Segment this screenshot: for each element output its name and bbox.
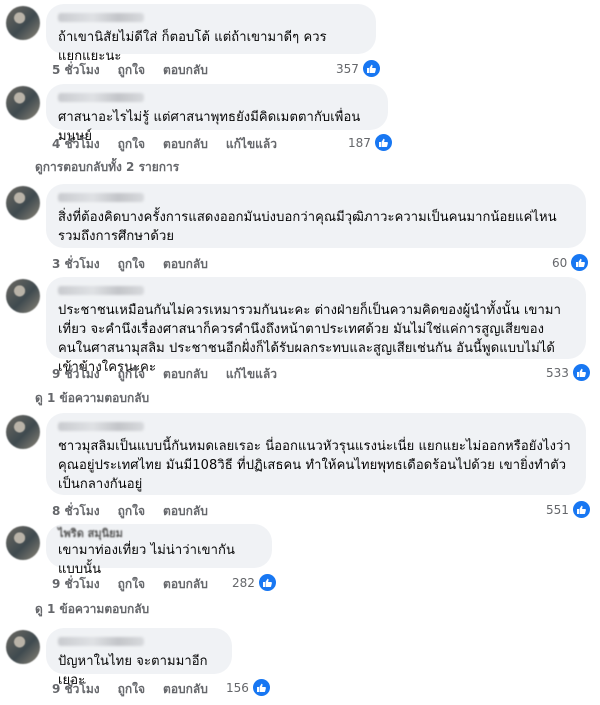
avatar[interactable] (6, 526, 40, 560)
comment-actions: 9 ชั่วโมง ถูกใจ ตอบกลับ (52, 575, 208, 594)
like-count[interactable]: 156 (226, 678, 271, 697)
reply-button[interactable]: ตอบกลับ (163, 135, 208, 154)
timestamp[interactable]: 9 ชั่วโมง (52, 365, 100, 384)
avatar[interactable] (6, 279, 40, 313)
like-count-number: 533 (546, 365, 569, 380)
like-button[interactable]: ถูกใจ (118, 61, 145, 80)
comment-text: ชาวมุสลิมเป็นแบบนี้กันหมดเลยเรอะ นี่ออกแ… (58, 439, 571, 492)
like-count-number: 357 (336, 61, 359, 76)
comment-actions: 3 ชั่วโมง ถูกใจ ตอบกลับ (52, 255, 208, 274)
like-button[interactable]: ถูกใจ (118, 680, 145, 699)
reply-button[interactable]: ตอบกลับ (163, 365, 208, 384)
comment-text: เขามาท่องเที่ยว ไม่น่าว่าเขากันแบบนั้น (58, 543, 235, 577)
author-name[interactable] (58, 13, 144, 22)
like-button[interactable]: ถูกใจ (118, 135, 145, 154)
like-count-number: 60 (552, 255, 568, 270)
timestamp[interactable]: 5 ชั่วโมง (52, 61, 100, 80)
view-replies-link[interactable]: ดู 1 ข้อความตอบกลับ (35, 389, 149, 408)
timestamp[interactable]: 3 ชั่วโมง (52, 255, 100, 274)
comment-text: สิ่งที่ต้องคิดบางครั้งการแสดงออกมันบ่งบอ… (58, 210, 557, 244)
comment-actions: 8 ชั่วโมง ถูกใจ ตอบกลับ (52, 502, 208, 521)
thumbs-up-icon (571, 363, 591, 382)
timestamp[interactable]: 8 ชั่วโมง (52, 502, 100, 521)
thumbs-up-icon (361, 59, 381, 78)
comment-bubble: ถ้าเขานิสัยไม่ดีใส่ ก็ตอบโต้ แต่ถ้าเขามา… (46, 4, 376, 64)
like-button[interactable]: ถูกใจ (118, 502, 145, 521)
avatar[interactable] (6, 6, 40, 40)
reply-button[interactable]: ตอบกลับ (163, 502, 208, 521)
author-name[interactable] (58, 286, 144, 295)
like-count-number: 187 (348, 135, 371, 150)
avatar[interactable] (6, 630, 40, 664)
like-count[interactable]: 533 (546, 363, 591, 382)
thumbs-up-icon (251, 678, 271, 697)
timestamp[interactable]: 4 ชั่วโมง (52, 135, 100, 154)
comment-bubble: ชาวมุสลิมเป็นแบบนี้กันหมดเลยเรอะ นี่ออกแ… (46, 413, 586, 495)
comment-actions: 5 ชั่วโมง ถูกใจ ตอบกลับ (52, 61, 208, 80)
comment-bubble: ศาสนาอะไรไม่รู้ แต่ศาสนาพุทธยังมีคิดเมตต… (46, 84, 388, 144)
view-replies-link[interactable]: ดูการตอบกลับทั้ง 2 รายการ (35, 158, 179, 177)
like-button[interactable]: ถูกใจ (118, 575, 145, 594)
author-name[interactable] (58, 422, 144, 431)
edited-label[interactable]: แก้ไขแล้ว (226, 365, 277, 384)
author-name[interactable] (58, 93, 144, 102)
like-count[interactable]: 60 (552, 253, 590, 272)
comment-bubble: ประชาชนเหมือนกันไม่ควรเหมารวมกันนะคะ ต่า… (46, 277, 586, 375)
reply-button[interactable]: ตอบกลับ (163, 680, 208, 699)
thumbs-up-icon (571, 500, 591, 519)
author-name[interactable] (58, 637, 144, 646)
comment-actions: 4 ชั่วโมง ถูกใจ ตอบกลับ แก้ไขแล้ว (52, 135, 277, 154)
avatar[interactable] (6, 186, 40, 220)
edited-label[interactable]: แก้ไขแล้ว (226, 135, 277, 154)
comment-bubble: ปัญหาในไทย จะตามมาอีกเยอะ (46, 628, 232, 688)
like-button[interactable]: ถูกใจ (118, 365, 145, 384)
comment-actions: 9 ชั่วโมง ถูกใจ ตอบกลับ (52, 680, 208, 699)
comment-bubble: สิ่งที่ต้องคิดบางครั้งการแสดงออกมันบ่งบอ… (46, 184, 586, 248)
avatar[interactable] (6, 415, 40, 449)
author-name[interactable] (58, 193, 144, 202)
like-count-number: 156 (226, 680, 249, 695)
author-name[interactable]: ไพริด สมุนิยม (58, 528, 260, 540)
like-count[interactable]: 282 (232, 573, 277, 592)
like-count[interactable]: 551 (546, 500, 591, 519)
view-replies-link[interactable]: ดู 1 ข้อความตอบกลับ (35, 600, 149, 619)
thumbs-up-icon (373, 133, 393, 152)
avatar[interactable] (6, 86, 40, 120)
timestamp[interactable]: 9 ชั่วโมง (52, 575, 100, 594)
like-count[interactable]: 357 (336, 59, 381, 78)
like-count-number: 282 (232, 575, 255, 590)
comment-actions: 9 ชั่วโมง ถูกใจ ตอบกลับ แก้ไขแล้ว (52, 365, 277, 384)
like-button[interactable]: ถูกใจ (118, 255, 145, 274)
thumbs-up-icon (570, 253, 590, 272)
reply-button[interactable]: ตอบกลับ (163, 61, 208, 80)
reply-button[interactable]: ตอบกลับ (163, 575, 208, 594)
like-count-number: 551 (546, 502, 569, 517)
comment-bubble: ไพริด สมุนิยม เขามาท่องเที่ยว ไม่น่าว่าเ… (46, 524, 272, 577)
like-count[interactable]: 187 (348, 133, 393, 152)
reply-button[interactable]: ตอบกลับ (163, 255, 208, 274)
thumbs-up-icon (257, 573, 277, 592)
timestamp[interactable]: 9 ชั่วโมง (52, 680, 100, 699)
